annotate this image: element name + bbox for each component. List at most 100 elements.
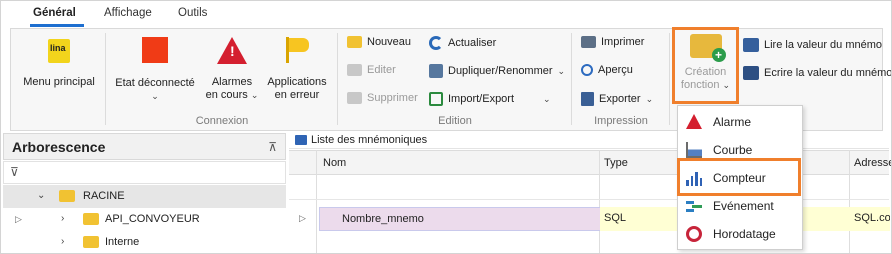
alarmes-en-cours-button[interactable]: Alarmes en cours ⌄ <box>201 37 263 102</box>
menu-item-label: Courbe <box>713 143 753 157</box>
tree-title: Arborescence <box>12 139 106 155</box>
chevron-down-icon: ⌄ <box>557 65 566 76</box>
supprimer-button[interactable]: Supprimer <box>347 92 418 104</box>
column-divider <box>599 150 600 254</box>
ecrire-valeur-button[interactable]: Ecrire la valeur du mnémo <box>743 66 892 80</box>
tree-item-interne[interactable]: › Interne <box>3 231 286 254</box>
warning-icon <box>217 37 247 64</box>
etat-deconnecte-button[interactable]: Etat déconnecté ⌄ <box>111 37 199 103</box>
etat-label: Etat déconnecté <box>115 77 195 89</box>
tree-item-label: RACINE <box>83 190 125 202</box>
filter-icon[interactable]: ⊽ <box>10 165 19 179</box>
lire-valeur-button[interactable]: Lire la valeur du mnémo <box>743 38 882 52</box>
tree-item-api-convoyeur[interactable]: ▷ › API_CONVOYEUR <box>3 208 286 231</box>
menu-item-horodatage[interactable]: Horodatage <box>678 220 802 247</box>
lina-logo-icon <box>48 39 70 63</box>
write-value-icon <box>743 66 759 80</box>
editer-label: Editer <box>367 64 396 76</box>
supprimer-label: Supprimer <box>367 92 418 104</box>
read-value-icon <box>743 38 759 52</box>
column-header-nom[interactable]: Nom <box>323 157 346 169</box>
actualiser-button[interactable]: Actualiser <box>429 36 496 50</box>
chevron-down-icon: ⌄ <box>250 90 259 100</box>
row-indicator-icon: ▷ <box>15 214 22 224</box>
menu-item-label: Evénement <box>713 199 774 213</box>
tab-outils[interactable]: Outils <box>178 7 207 19</box>
nouveau-button[interactable]: Nouveau <box>347 36 411 48</box>
curve-chart-icon <box>686 142 702 158</box>
import-export-label: Import/Export <box>448 93 515 105</box>
creation-fonction-highlight <box>672 27 739 104</box>
export-icon <box>581 92 594 106</box>
ecrire-label: Ecrire la valeur du mnémo <box>764 67 892 79</box>
chevron-down-icon[interactable]: ⌄ <box>37 190 45 201</box>
chevron-right-icon[interactable]: › <box>61 236 64 247</box>
compteur-highlight <box>677 158 801 196</box>
dupliquer-renommer-button[interactable]: Dupliquer/Renommer ⌄ <box>429 64 565 78</box>
alarmes-label-line2: en cours ⌄ <box>205 89 259 101</box>
tree-item-racine[interactable]: ⌄ RACINE <box>3 185 286 208</box>
new-folder-icon <box>347 36 362 48</box>
red-square-icon <box>142 37 168 63</box>
cell-address[interactable]: SQL.cou <box>850 207 890 231</box>
cell-name[interactable]: Nombre_mnemo <box>319 207 602 231</box>
menu-principal-button[interactable]: Menu principal <box>19 39 99 89</box>
list-icon <box>295 135 307 145</box>
exporter-button[interactable]: Exporter ⌄ <box>581 92 653 106</box>
printer-icon <box>581 36 596 48</box>
nouveau-label: Nouveau <box>367 36 412 48</box>
flag-icon <box>282 37 312 63</box>
actualiser-label: Actualiser <box>448 37 497 49</box>
preview-icon <box>581 64 593 76</box>
active-tab-indicator <box>30 24 84 27</box>
import-export-button[interactable]: Import/Export ⌄ <box>429 92 551 106</box>
group-label-impression: Impression <box>594 115 648 127</box>
editer-button[interactable]: Editer <box>347 64 396 76</box>
refresh-icon <box>429 36 443 50</box>
column-header-type[interactable]: Type <box>604 157 628 169</box>
folder-icon <box>59 190 75 202</box>
folder-icon <box>83 213 99 225</box>
tree-item-label: API_CONVOYEUR <box>105 213 200 225</box>
folder-icon <box>83 236 99 248</box>
event-icon <box>686 198 702 214</box>
ribbon-separator <box>337 33 338 125</box>
alarm-icon <box>686 114 702 129</box>
edit-folder-icon <box>347 64 362 76</box>
column-header-adresse[interactable]: Adresse <box>854 157 892 169</box>
tab-general[interactable]: Général <box>33 7 76 19</box>
group-label-connexion: Connexion <box>195 115 249 127</box>
menu-item-evenement[interactable]: Evénement <box>678 192 802 219</box>
menu-item-label: Alarme <box>713 115 752 129</box>
row-indicator-icon: ▷ <box>299 213 306 223</box>
menu-principal-label: Menu principal <box>23 76 95 88</box>
apercu-button[interactable]: Aperçu <box>581 64 633 76</box>
delete-folder-icon <box>347 92 362 104</box>
chevron-right-icon[interactable]: › <box>61 213 64 224</box>
tab-affichage[interactable]: Affichage <box>104 7 152 19</box>
apercu-label: Aperçu <box>598 64 633 76</box>
list-title: Liste des mnémoniques <box>311 134 428 146</box>
ribbon-separator <box>669 33 670 125</box>
column-divider <box>849 150 850 254</box>
lire-label: Lire la valeur du mnémo <box>764 39 883 51</box>
column-divider <box>316 150 317 254</box>
applications-en-erreur-button[interactable]: Applications en erreur <box>263 37 331 102</box>
applications-label-line1: Applications <box>267 76 327 88</box>
duplicate-icon <box>429 64 443 78</box>
tree-panel-header: Arborescence ⊼ <box>3 133 286 160</box>
exporter-label: Exporter <box>599 93 641 105</box>
menu-item-alarme[interactable]: Alarme <box>678 108 802 135</box>
dupliquer-label: Dupliquer/Renommer <box>448 65 553 77</box>
pin-icon[interactable]: ⊼ <box>268 140 277 154</box>
imprimer-label: Imprimer <box>601 36 645 48</box>
import-export-icon <box>429 92 443 106</box>
alarmes-label-line1: Alarmes <box>211 76 253 88</box>
tree-filter-bar: ⊽ <box>3 161 286 184</box>
applications-label-line2: en erreur <box>274 89 320 101</box>
chevron-down-icon: ⌄ <box>543 93 551 104</box>
chevron-down-icon: ⌄ <box>645 93 654 104</box>
ribbon-separator <box>105 33 106 125</box>
imprimer-button[interactable]: Imprimer <box>581 36 644 48</box>
tree-item-label: Interne <box>105 236 140 248</box>
